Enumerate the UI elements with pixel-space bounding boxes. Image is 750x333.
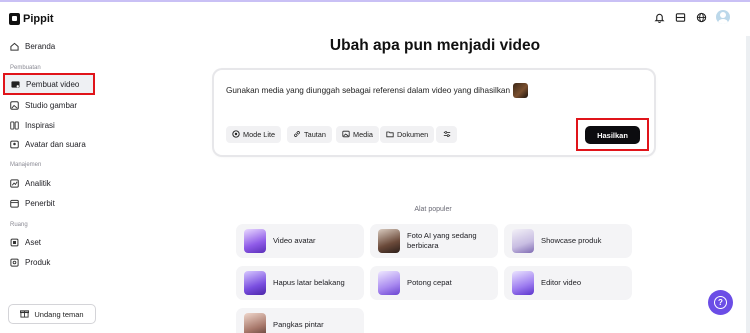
- help-button[interactable]: ?: [708, 290, 733, 315]
- tool-label: Editor video: [541, 278, 582, 287]
- section-label-manage: Manajemen: [10, 162, 42, 168]
- invite-label: Undang teman: [34, 309, 84, 319]
- tool-video-avatar[interactable]: Video avatar: [236, 224, 364, 258]
- sidebar-item-analytics[interactable]: Analitik: [4, 173, 96, 193]
- remove-background-thumbnail: [244, 271, 266, 295]
- folder-icon: [386, 130, 394, 140]
- products-icon: [10, 258, 19, 267]
- home-icon: [10, 42, 19, 51]
- mode-lite-icon: [232, 129, 240, 140]
- settings-sliders-button[interactable]: [436, 126, 457, 143]
- sliders-icon: [443, 130, 451, 140]
- link-button[interactable]: Tautan: [287, 126, 332, 143]
- quick-cut-thumbnail: [378, 271, 400, 295]
- inbox-icon[interactable]: [674, 11, 686, 23]
- link-icon: [293, 130, 301, 140]
- sidebar-item-label: Penerbit: [25, 198, 55, 208]
- chip-label: Dokumen: [397, 130, 429, 139]
- sidebar-item-label: Pembuat video: [26, 79, 80, 89]
- generate-button[interactable]: Hasilkan: [585, 126, 640, 144]
- help-icon: ?: [714, 296, 727, 309]
- tool-remove-background[interactable]: Hapus latar belakang: [236, 266, 364, 300]
- top-accent-line: [0, 0, 750, 2]
- sidebar-item-image-studio[interactable]: Studio gambar: [4, 95, 96, 115]
- media-icon: [342, 130, 350, 140]
- pippit-logo-icon: [9, 13, 20, 25]
- analytics-icon: [10, 178, 19, 188]
- avatar[interactable]: [716, 10, 730, 24]
- tool-label: Showcase produk: [541, 236, 602, 245]
- sidebar-item-inspiration[interactable]: Inspirasi: [4, 115, 96, 135]
- video-editor-thumbnail: [512, 271, 534, 295]
- sidebar-item-home[interactable]: Beranda: [4, 36, 96, 56]
- tool-label: Foto AI yang sedang berbicara: [407, 231, 477, 250]
- video-maker-icon: [11, 80, 20, 89]
- section-label-create: Pembuatan: [10, 65, 41, 71]
- avatar-voice-icon: [10, 140, 19, 149]
- reference-image-thumbnail[interactable]: [513, 83, 529, 98]
- prompt-text: Gunakan media yang diunggah sebagai refe…: [226, 86, 511, 95]
- sidebar-item-label: Analitik: [25, 178, 51, 188]
- scrollbar[interactable]: [746, 36, 750, 333]
- tool-smart-crop[interactable]: Pangkas pintar: [236, 308, 364, 333]
- app-name: Pippit: [23, 13, 54, 25]
- assets-icon: [10, 238, 19, 247]
- sidebar-item-avatar-voice[interactable]: Avatar dan suara: [4, 134, 96, 154]
- mode-lite-button[interactable]: Mode Lite: [226, 126, 282, 143]
- globe-icon[interactable]: [695, 11, 707, 23]
- sidebar-item-label: Inspirasi: [25, 120, 55, 130]
- prompt-card: Gunakan media yang diunggah sebagai refe…: [214, 70, 654, 155]
- top-toolbar: [653, 10, 730, 24]
- tool-label: Hapus latar belakang: [273, 278, 345, 287]
- media-button[interactable]: Media: [336, 126, 379, 143]
- sidebar: Pippit Beranda Pembuatan Pembuat video S…: [0, 2, 103, 333]
- tool-quick-cut[interactable]: Potong cepat: [370, 266, 498, 300]
- tool-label: Pangkas pintar: [273, 320, 324, 329]
- app-logo[interactable]: Pippit: [9, 13, 54, 25]
- chip-label: Mode Lite: [243, 130, 276, 139]
- gift-icon: [20, 309, 30, 320]
- image-studio-icon: [10, 100, 19, 110]
- tool-label: Potong cepat: [407, 278, 452, 287]
- sidebar-item-publisher[interactable]: Penerbit: [4, 193, 96, 213]
- sidebar-item-video-maker[interactable]: Pembuat video: [3, 73, 95, 95]
- sidebar-item-label: Beranda: [25, 41, 56, 51]
- generate-button-highlight: Hasilkan: [576, 118, 649, 151]
- tool-product-showcase[interactable]: Showcase produk: [504, 224, 632, 258]
- sidebar-item-label: Aset: [25, 237, 42, 247]
- tool-label: Video avatar: [273, 236, 316, 245]
- sidebar-item-label: Studio gambar: [25, 100, 78, 110]
- tool-video-editor[interactable]: Editor video: [504, 266, 632, 300]
- sidebar-item-label: Produk: [25, 257, 51, 267]
- invite-friends-button[interactable]: Undang teman: [8, 304, 96, 324]
- page-title: Ubah apa pun menjadi video: [329, 37, 541, 54]
- section-label-space: Ruang: [10, 222, 28, 228]
- publisher-icon: [10, 199, 19, 208]
- tool-talking-photo[interactable]: Foto AI yang sedang berbicara: [370, 224, 498, 258]
- bell-icon[interactable]: [653, 11, 665, 23]
- sidebar-item-label: Avatar dan suara: [25, 139, 86, 149]
- prompt-input[interactable]: Gunakan media yang diunggah sebagai refe…: [226, 83, 529, 98]
- popular-tools-title: Alat populer: [414, 206, 452, 213]
- talking-photo-thumbnail: [378, 229, 400, 253]
- video-avatar-thumbnail: [244, 229, 266, 253]
- smart-crop-thumbnail: [244, 313, 266, 333]
- inspiration-icon: [10, 120, 19, 130]
- product-showcase-thumbnail: [512, 229, 534, 253]
- sidebar-item-products[interactable]: Produk: [4, 252, 96, 272]
- document-button[interactable]: Dokumen: [380, 126, 435, 143]
- chip-label: Tautan: [304, 130, 326, 139]
- chip-label: Media: [353, 130, 373, 139]
- sidebar-item-assets[interactable]: Aset: [4, 232, 96, 252]
